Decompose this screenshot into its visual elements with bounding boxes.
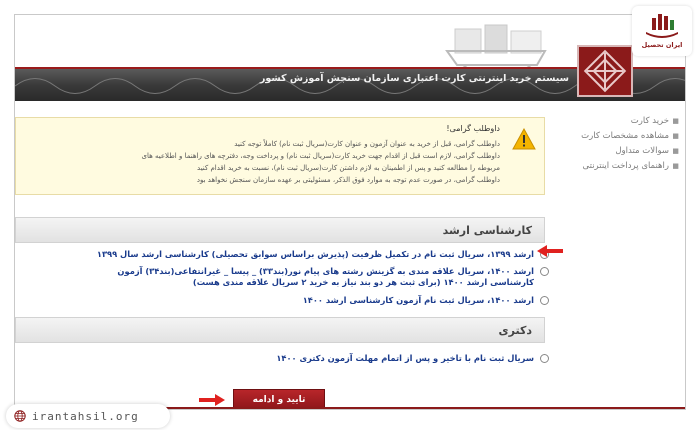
option-phd-1400-late[interactable]: سریال ثبت نام با تاخیر و پس از اتمام مهل…: [276, 353, 549, 364]
site-url-badge: irantahsil.org: [6, 404, 170, 428]
section-title: کارشناسی ارشد: [442, 224, 532, 237]
browser-frame: سیستم خرید اینترنتی کارت اعتباری سازمان …: [14, 14, 686, 410]
sidebar-item-buy-card[interactable]: ■ خرید کارت: [561, 113, 679, 128]
site-url-text: irantahsil.org: [32, 409, 139, 423]
red-arrow-icon: [537, 245, 563, 257]
warning-notice: داوطلب گرامی! داوطلب گرامی، قبل از خرید …: [15, 117, 545, 195]
red-arrow-icon: [199, 394, 225, 406]
sanjesh-logo: [577, 45, 633, 97]
radio-button[interactable]: [540, 296, 549, 305]
bullet-icon: ■: [672, 161, 679, 170]
irantahsil-logo: ایران تحصیل: [632, 6, 692, 56]
notice-line: داوطلب گرامی، در صورت عدم توجه به موارد …: [196, 176, 500, 184]
sidebar-item-label: راهنمای پرداخت اینترنتی: [582, 160, 669, 171]
site-header: سیستم خرید اینترنتی کارت اعتباری سازمان …: [15, 15, 685, 101]
notice-title: داوطلب گرامی!: [446, 124, 500, 133]
notice-line: مربوطه را مطالعه کنید و پس از اطمینان به…: [197, 164, 500, 172]
sidebar-item-label: سوالات متداول: [615, 145, 669, 156]
bullet-icon: ■: [672, 146, 679, 155]
bullet-icon: ■: [672, 131, 679, 140]
notice-line: داوطلب گرامی، قبل از خرید به عنوان آزمون…: [234, 140, 500, 148]
sidebar-menu: ■ خرید کارت ■ مشاهده مشخصات کارت ■ سوالا…: [561, 113, 679, 173]
notice-line: داوطلب گرامی، لازم است قبل از اقدام جهت …: [141, 152, 500, 160]
option-label: ارشد ۱۴۰۰، سریال علاقه مندی به گزینش رشت…: [117, 266, 534, 287]
section-title: دکتری: [498, 324, 532, 337]
sidebar-item-view-card[interactable]: ■ مشاهده مشخصات کارت: [561, 128, 679, 143]
sidebar-item-label: خرید کارت: [630, 115, 669, 126]
sidebar-item-payment-guide[interactable]: ■ راهنمای پرداخت اینترنتی: [561, 158, 679, 173]
header-title: سیستم خرید اینترنتی کارت اعتباری سازمان …: [259, 73, 569, 84]
brand-logo-text: ایران تحصیل: [641, 41, 683, 49]
option-masters-1400-register[interactable]: ارشد ۱۴۰۰، سریال ثبت نام آزمون کارشناسی …: [303, 295, 549, 306]
option-label: سریال ثبت نام با تاخیر و پس از اتمام مهل…: [276, 353, 534, 363]
option-label: ارشد ۱۳۹۹، سریال ثبت نام در تکمیل ظرفیت …: [96, 249, 534, 259]
section-header-phd: دکتری: [15, 317, 545, 343]
sidebar-item-label: مشاهده مشخصات کارت: [581, 130, 669, 141]
radio-button[interactable]: [540, 267, 549, 276]
option-label: ارشد ۱۴۰۰، سریال ثبت نام آزمون کارشناسی …: [302, 295, 534, 305]
shopping-cart-illustration: [445, 24, 547, 72]
warning-icon: [512, 128, 536, 150]
option-masters-1399[interactable]: ارشد ۱۳۹۹، سریال ثبت نام در تکمیل ظرفیت …: [97, 249, 549, 260]
globe-icon: [14, 410, 26, 422]
radio-button[interactable]: [540, 354, 549, 363]
sidebar-item-faq[interactable]: ■ سوالات متداول: [561, 143, 679, 158]
bullet-icon: ■: [672, 116, 679, 125]
option-masters-1400-interest[interactable]: ارشد ۱۴۰۰، سریال علاقه مندی به گزینش رشت…: [94, 266, 549, 288]
section-header-masters: کارشناسی ارشد: [15, 217, 545, 243]
